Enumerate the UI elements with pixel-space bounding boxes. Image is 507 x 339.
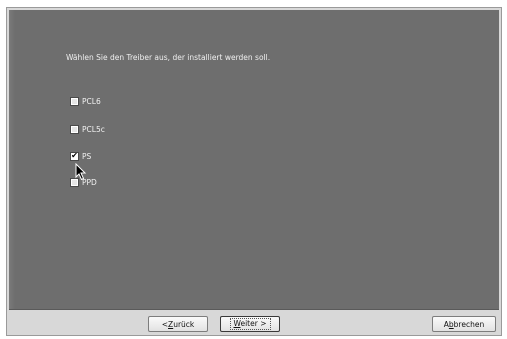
cancel-rest: brechen [453, 319, 485, 329]
checkmark-icon: ✔ [71, 151, 78, 160]
driver-selection-panel: Wählen Sie den Treiber aus, der installi… [9, 10, 499, 310]
next-focus-ring: Weiter > [229, 318, 271, 330]
next-button[interactable]: Weiter > [220, 316, 280, 332]
ps-checkbox[interactable]: ✔ [70, 151, 79, 161]
option-pcl6[interactable]: PCL6 [70, 96, 101, 106]
next-rest: eiter > [240, 319, 267, 328]
pcl5c-checkbox[interactable] [70, 124, 79, 134]
option-ps[interactable]: ✔ PS [70, 151, 91, 161]
back-button[interactable]: < Zurück [148, 316, 208, 332]
instruction-text: Wählen Sie den Treiber aus, der installi… [66, 53, 271, 62]
installer-dialog: Wählen Sie den Treiber aus, der installi… [6, 7, 502, 336]
option-pcl5c[interactable]: PCL5c [70, 124, 105, 134]
pcl6-checkbox[interactable] [70, 96, 79, 106]
mouse-pointer-icon [75, 163, 87, 181]
cancel-button[interactable]: Ab brechen [432, 316, 496, 332]
button-bar: < Zurück Weiter > Ab brechen [9, 314, 499, 333]
ps-label: PS [82, 151, 92, 161]
pcl5c-label: PCL5c [82, 124, 105, 134]
back-rest: urück [173, 319, 195, 329]
panel-left-edge [9, 10, 15, 309]
pcl6-label: PCL6 [82, 96, 101, 106]
